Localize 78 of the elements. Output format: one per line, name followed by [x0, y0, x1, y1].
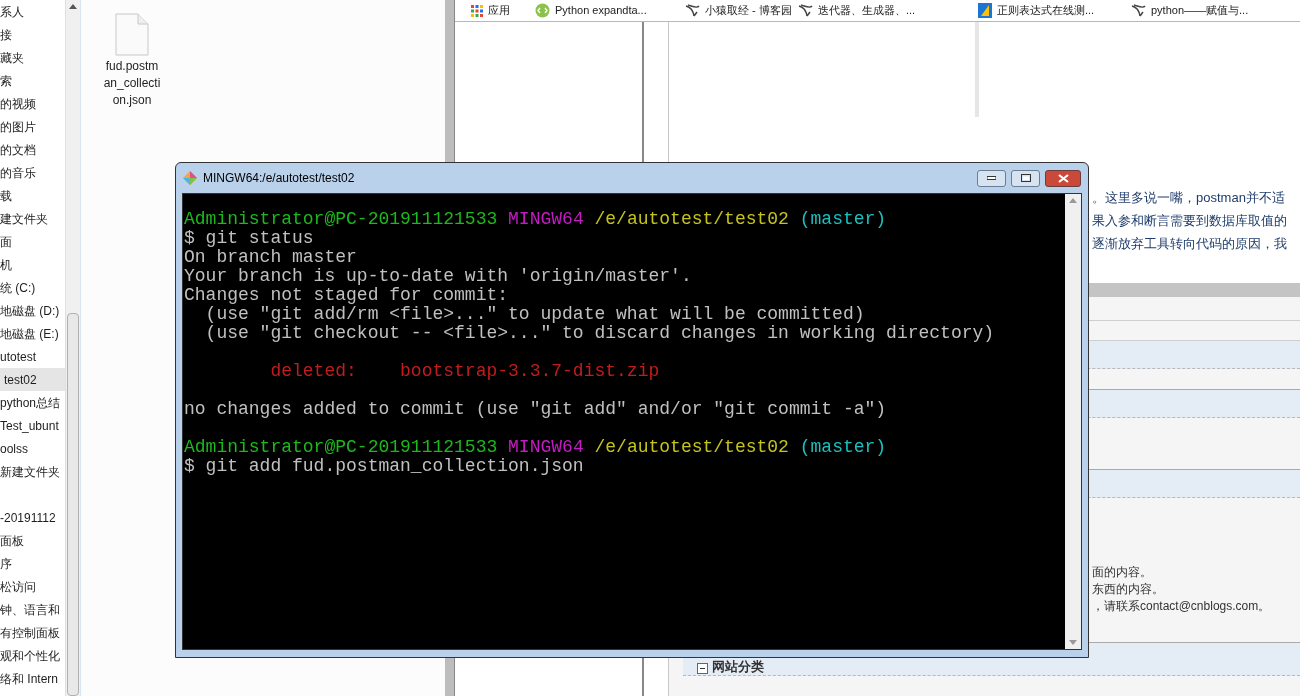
- diamond-icon: [182, 170, 198, 186]
- sidebar-item[interactable]: python总结: [0, 391, 65, 414]
- sidebar-item[interactable]: 藏夹: [0, 46, 65, 69]
- sidebar-item[interactable]: 统 (C:): [0, 276, 65, 299]
- sidebar-item[interactable]: 新建文件夹: [0, 460, 65, 483]
- sidebar-item[interactable]: 面板: [0, 529, 65, 552]
- sidebar-item[interactable]: 地磁盘 (D:): [0, 299, 65, 322]
- sidebar-item[interactable]: 的文档: [0, 138, 65, 161]
- sidebar-item[interactable]: 载: [0, 184, 65, 207]
- article-text: 果入参和断言需要到数据库取值的: [1092, 212, 1288, 230]
- sidebar-item[interactable]: -20191112: [0, 506, 65, 529]
- sidebar-item[interactable]: 系人: [0, 0, 65, 23]
- bookmark-link[interactable]: 迭代器、生成器、...: [798, 2, 916, 19]
- terminal-text: Your branch is up-to-date with 'origin/master'.: [184, 266, 692, 286]
- sidebar-item[interactable]: 的图片: [0, 115, 65, 138]
- sidebar-item[interactable]: 有控制面板: [0, 621, 65, 644]
- terminal-text: Changes not staged for commit:: [184, 285, 509, 305]
- code-icon: [535, 3, 550, 18]
- sidebar-item[interactable]: 机: [0, 253, 65, 276]
- sidebar-item[interactable]: oolss: [0, 437, 65, 460]
- footer-text: 东西的内容。: [1092, 581, 1165, 598]
- window-title: MINGW64:/e/autotest/test02: [203, 170, 356, 187]
- scroll-up-icon: [1069, 198, 1077, 203]
- minimize-button[interactable]: [977, 169, 1006, 187]
- terminal-text: deleted: bootstrap-3.3.7-dist.zip: [269, 361, 660, 381]
- terminal-text: On branch master: [184, 247, 357, 267]
- file-icon: [115, 13, 149, 56]
- scroll-down-icon: [1069, 640, 1077, 645]
- sidebar-item[interactable]: 接: [0, 23, 65, 46]
- terminal-text: Administrator@PC-201911121533: [184, 437, 498, 457]
- chart-icon: [978, 3, 992, 18]
- terminal-text: /e/autotest/test02: [593, 209, 789, 229]
- section-title[interactable]: 网站分类: [712, 660, 764, 674]
- terminal-text: MINGW64: [507, 437, 584, 457]
- terminal-text: MINGW64: [507, 209, 584, 229]
- scroll-up-icon: [69, 4, 77, 9]
- footer-text: 面的内容。: [1092, 564, 1153, 581]
- terminal-text: /e/autotest/test02: [593, 437, 789, 457]
- footer-text: ，请联系contact@cnblogs.com。: [1092, 598, 1272, 615]
- terminal-text: $ git add fud.postman_collection.json: [184, 456, 584, 476]
- terminal-text: no changes added to commit (use "git add" and/or "git commit -a"): [184, 399, 887, 419]
- collapse-icon: [697, 663, 708, 674]
- terminal-text: (master): [798, 437, 887, 457]
- sidebar-item[interactable]: 序: [0, 552, 65, 575]
- sidebar-item[interactable]: 的音乐: [0, 161, 65, 184]
- article-text: 逐渐放弃工具转向代码的原因，我: [1092, 235, 1288, 253]
- terminal-text: (use "git checkout -- <file>..." to discard changes in working directory): [204, 323, 995, 343]
- bookmark-link[interactable]: Python expandta...: [535, 2, 647, 19]
- scrollbar[interactable]: [65, 0, 80, 696]
- apps-icon: [471, 4, 483, 17]
- close-icon: [1057, 173, 1069, 183]
- sidebar-item[interactable]: 面: [0, 230, 65, 253]
- sidebar-item[interactable]: 观和个性化: [0, 644, 65, 667]
- bookmark-link[interactable]: python——赋值与...: [1131, 2, 1249, 19]
- sidebar-item[interactable]: 钟、语言和: [0, 598, 65, 621]
- terminal-text: Administrator@PC-201911121533: [184, 209, 498, 229]
- sidebar-item[interactable]: test02: [0, 368, 65, 391]
- terminal-text: (master): [798, 209, 887, 229]
- sidebar-item[interactable]: utotest: [0, 345, 65, 368]
- bookmark-link[interactable]: 正则表达式在线测...: [978, 2, 1095, 19]
- minimize-icon: [987, 176, 996, 180]
- sidebar-item[interactable]: 地磁盘 (E:): [0, 322, 65, 345]
- sidebar-item[interactable]: Test_ubunt: [0, 414, 65, 437]
- maximize-icon: [1020, 174, 1031, 182]
- bookmark-link[interactable]: 应用: [471, 2, 510, 19]
- file-name[interactable]: fud.postman_collection.json: [103, 58, 161, 109]
- sidebar-item[interactable]: 络和 Intern: [0, 667, 65, 690]
- sidebar-item[interactable]: 索: [0, 69, 65, 92]
- maximize-button[interactable]: [1011, 169, 1040, 187]
- terminal-text: (use "git add/rm <file>..." to update what will be committed): [204, 304, 865, 324]
- scrollbar[interactable]: [1065, 194, 1081, 649]
- terminal-text: $ git status: [184, 228, 314, 248]
- close-button[interactable]: [1045, 169, 1081, 187]
- bookmark-link[interactable]: 小猿取经 - 博客园: [685, 2, 792, 19]
- article-text: 。这里多说一嘴，postman并不适: [1092, 189, 1286, 207]
- sidebar-item[interactable]: 的视频: [0, 92, 65, 115]
- sidebar-item[interactable]: 建文件夹: [0, 207, 65, 230]
- sidebar-item[interactable]: 松访问: [0, 575, 65, 598]
